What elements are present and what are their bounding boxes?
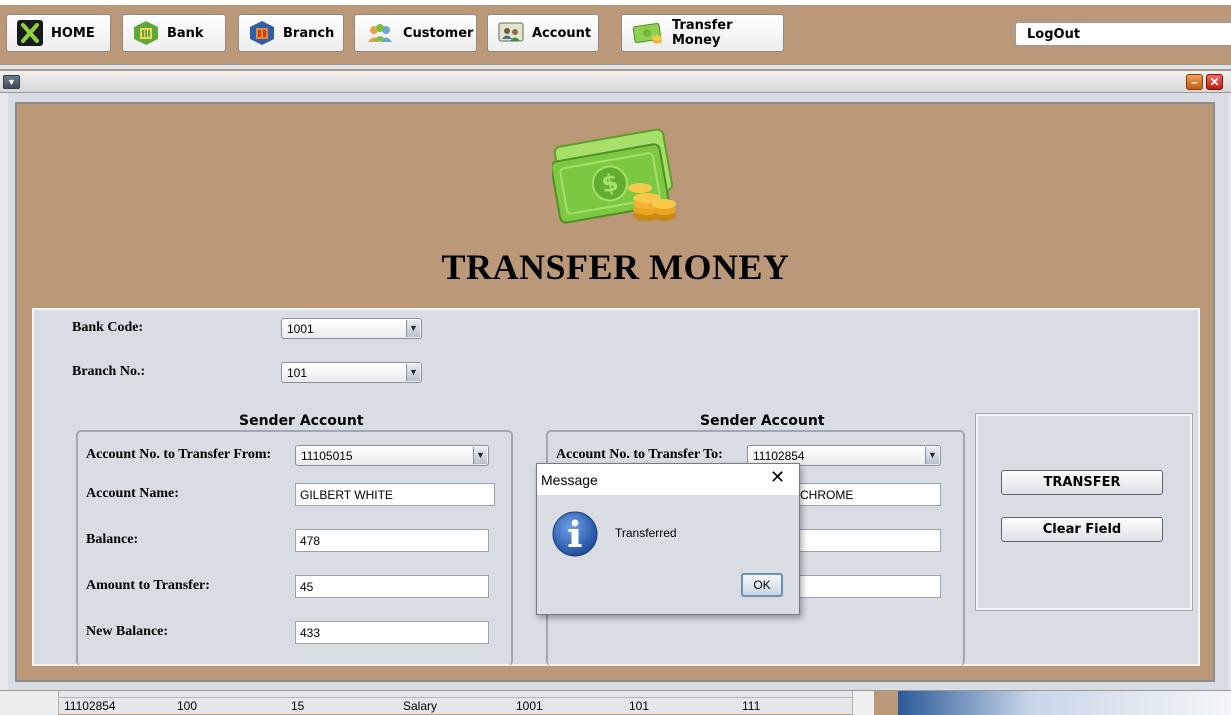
logout-button[interactable]: LogOut [1015, 22, 1231, 46]
bank-code-label: Bank Code: [72, 320, 144, 335]
ok-button[interactable]: OK [741, 573, 783, 597]
branch-icon [249, 20, 275, 46]
home-x-icon [17, 20, 43, 46]
top-navigation-bar: HOME Bank Branch Customer Account Transf… [0, 0, 1231, 64]
account-name-field[interactable]: GILBERT WHITE [295, 483, 495, 506]
customer-label: Customer [403, 25, 474, 41]
chevron-down-icon: ▼ [925, 447, 939, 464]
branch-no-value: 101 [287, 366, 308, 380]
balance-label: Balance: [86, 532, 139, 547]
close-icon[interactable]: ✕ [1206, 74, 1223, 90]
dialog-title: Message [541, 472, 598, 488]
home-button[interactable]: HOME [6, 14, 111, 52]
transfer-money-label: Transfer Money [672, 18, 733, 48]
transfer-money-button[interactable]: Transfer Money [621, 14, 784, 52]
logout-label: LogOut [1027, 27, 1081, 42]
branch-label: Branch [283, 25, 335, 41]
chevron-down-icon: ▼ [406, 320, 420, 337]
balance-value: 478 [300, 534, 321, 548]
home-label: HOME [51, 25, 95, 41]
account-to-value: 11102854 [753, 449, 805, 463]
account-from-label: Account No. to Transfer From: [86, 447, 272, 462]
table-cell[interactable]: 15 [291, 699, 304, 713]
table-scrollbar[interactable] [852, 691, 875, 715]
page-title: TRANSFER MONEY [441, 247, 790, 287]
chevron-down-icon: ▼ [406, 364, 420, 381]
top-white-strip [0, 0, 1231, 5]
amount-label: Amount to Transfer: [86, 578, 210, 593]
table-cell[interactable]: 1001 [516, 699, 543, 713]
account-to-label: Account No. to Transfer To: [556, 447, 723, 462]
toolbar-separator [0, 64, 1231, 70]
minimize-icon[interactable]: – [1186, 74, 1203, 90]
account-label: Account [532, 25, 592, 41]
table-row-divider [58, 697, 852, 698]
account-icon [498, 20, 524, 46]
bank-code-select[interactable]: 1001 ▼ [281, 318, 422, 339]
chevron-down-icon[interactable]: ▼ [3, 75, 20, 89]
money-stack-icon: $ [550, 128, 682, 228]
bank-code-value: 1001 [287, 322, 314, 336]
account-name-label: Account Name: [86, 486, 179, 501]
account-from-value: 11105015 [301, 449, 353, 463]
dialog-titlebar: Message ✕ [537, 464, 799, 495]
table-cell[interactable]: Salary [403, 699, 437, 713]
sender-group-title: Sender Account [239, 413, 364, 429]
clear-field-button[interactable]: Clear Field [1001, 517, 1163, 542]
new-balance-label: New Balance: [86, 624, 169, 639]
branch-button[interactable]: Branch [238, 14, 344, 52]
action-button-panel [975, 413, 1193, 611]
background-gap [874, 691, 898, 715]
amount-field[interactable]: 45 [295, 575, 489, 598]
bank-icon [133, 20, 159, 46]
receiver-name-value: CHROME [800, 488, 854, 502]
customer-button[interactable]: Customer [354, 14, 477, 52]
amount-value: 45 [300, 580, 314, 594]
close-icon[interactable]: ✕ [770, 469, 785, 487]
background-table-strip: 11102854 100 15 Salary 1001 101 111 [0, 690, 1231, 715]
table-cell[interactable]: 11102854 [64, 699, 116, 713]
receiver-group-title: Sender Account [700, 413, 825, 429]
bank-label: Bank [167, 25, 204, 41]
balance-field[interactable]: 478 [295, 529, 489, 552]
account-from-select[interactable]: 11105015 ▼ [295, 445, 489, 466]
message-dialog: Message ✕ Transferred OK [536, 463, 800, 615]
chevron-down-icon: ▼ [473, 447, 487, 464]
branch-no-select[interactable]: 101 ▼ [281, 362, 422, 383]
account-name-value: GILBERT WHITE [300, 488, 393, 502]
money-icon [632, 20, 664, 46]
new-balance-value: 433 [300, 626, 321, 640]
customer-group-icon [365, 20, 395, 46]
table-cell[interactable]: 111 [742, 699, 760, 713]
table-row-header [0, 691, 59, 715]
branch-no-label: Branch No.: [72, 364, 146, 379]
new-balance-field[interactable]: 433 [295, 621, 489, 644]
account-button[interactable]: Account [487, 14, 599, 52]
info-icon [552, 511, 598, 557]
background-window-fragment [898, 691, 1231, 715]
transfer-button[interactable]: TRANSFER [1001, 470, 1163, 495]
dialog-message: Transferred [615, 526, 677, 540]
internal-frame-titlebar: ▼ – ✕ [0, 71, 1231, 93]
bank-button[interactable]: Bank [122, 14, 226, 52]
table-cell[interactable]: 100 [177, 699, 197, 713]
table-cell[interactable]: 101 [629, 699, 649, 713]
